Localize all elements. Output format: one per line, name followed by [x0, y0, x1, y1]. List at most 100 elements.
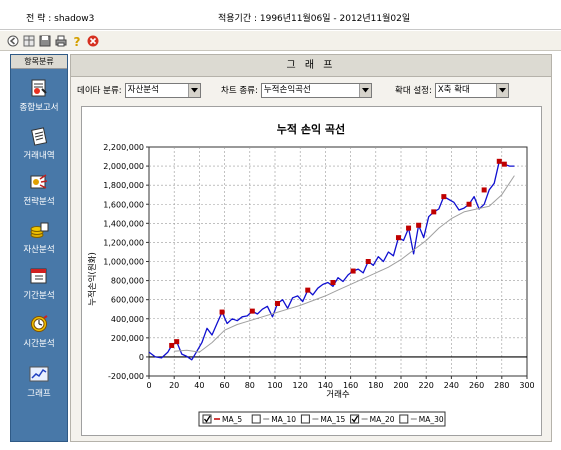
- sidebar-item-label: 거래내역: [23, 151, 55, 161]
- trade-marker: [395, 235, 401, 241]
- x-axis-label: 거래수: [326, 390, 350, 400]
- applied-period: 적용기간 : 1996년11월06일 - 2012년11월02일: [218, 14, 411, 24]
- sidebar-item-asset-analysis[interactable]: 자산분석: [11, 219, 67, 255]
- sidebar-item-period-analysis[interactable]: 기간분석: [11, 265, 67, 301]
- zoom-select[interactable]: X축 확대: [434, 82, 509, 98]
- chart-type-select[interactable]: 누적손익곡선: [260, 82, 372, 98]
- x-tick-label: 240: [444, 381, 459, 390]
- y-tick-label: 1,200,000: [103, 238, 144, 247]
- y-tick-label: -200,000: [108, 372, 144, 381]
- trade-marker: [365, 259, 371, 264]
- data-category-value: 자산분석: [127, 84, 159, 95]
- y-tick-label: 200,000: [111, 334, 144, 343]
- toolbar: ?: [0, 31, 561, 51]
- asset-analysis-icon: [27, 219, 51, 241]
- chevron-down-icon[interactable]: [358, 83, 371, 97]
- trade-marker: [466, 201, 472, 207]
- chart-type-value: 누적손익곡선: [263, 84, 311, 95]
- trade-marker: [275, 300, 281, 306]
- data-category-select[interactable]: 자산분석: [124, 82, 201, 98]
- x-tick-label: 0: [146, 381, 151, 390]
- chart-type-filter: 차트 종류: 누적손익곡선: [221, 82, 372, 98]
- legend-checkbox[interactable]: [399, 414, 409, 424]
- graph-icon: [27, 363, 51, 385]
- sidebar-item-label: 종합보고서: [19, 103, 59, 113]
- chart-type-label: 차트 종류:: [221, 86, 258, 96]
- sidebar-item-label: 자산분석: [23, 245, 55, 255]
- graph-panel: 그 래 프 데이타 분류: 자산분석 차트 종류: 누적손익곡선 확대 설정: …: [70, 54, 552, 442]
- zoom-filter: 확대 설정: X축 확대: [395, 82, 509, 98]
- sidebar-item-graph[interactable]: 그래프: [11, 363, 67, 399]
- category-sidebar: 항목분류 종합보고서 거래내역 전략분석 자산분석 기간분석 시간분석 그래프: [10, 54, 68, 442]
- strategy-analysis-icon: [27, 171, 51, 193]
- sidebar-item-strategy-analysis[interactable]: 전략분석: [11, 171, 67, 207]
- x-tick-label: 40: [194, 381, 204, 390]
- svg-text:?: ?: [74, 35, 81, 47]
- time-analysis-icon: [27, 313, 51, 335]
- legend-checkbox[interactable]: [251, 414, 261, 424]
- sidebar-title: 항목분류: [11, 55, 67, 69]
- trade-marker: [305, 287, 311, 293]
- trade-history-icon: [27, 125, 51, 147]
- trade-marker: [431, 209, 437, 215]
- trade-marker: [249, 308, 255, 314]
- sidebar-item-summary-report[interactable]: 종합보고서: [11, 77, 67, 113]
- x-tick-label: 80: [245, 381, 255, 390]
- sidebar-item-time-analysis[interactable]: 시간분석: [11, 313, 67, 349]
- grid-icon[interactable]: [22, 33, 36, 48]
- x-tick-label: 120: [293, 381, 308, 390]
- trade-marker: [441, 194, 447, 200]
- y-tick-label: 1,600,000: [103, 200, 144, 209]
- x-tick-label: 20: [169, 381, 179, 390]
- y-tick-label: 800,000: [111, 277, 144, 286]
- sidebar-item-label: 시간분석: [23, 339, 55, 349]
- trade-marker: [174, 339, 180, 345]
- cumulative-pnl-chart: 누적 손익 곡선 0 20 40 60 80 100 120 140 160 180 200 220 2…: [87, 122, 535, 427]
- report-icon: [27, 77, 51, 99]
- x-tick-label: 200: [393, 381, 408, 390]
- x-tick-label: 180: [368, 381, 383, 390]
- trade-marker: [169, 342, 175, 348]
- zoom-label: 확대 설정:: [395, 86, 432, 96]
- y-tick-label: 1,400,000: [103, 219, 144, 228]
- sidebar-item-label: 그래프: [27, 389, 51, 399]
- sidebar-item-trade-history[interactable]: 거래내역: [11, 125, 67, 161]
- data-category-label: 데이타 분류:: [77, 86, 122, 96]
- legend-label: MA_20: [370, 415, 395, 424]
- trade-marker: [330, 279, 336, 285]
- x-tick-label: 220: [419, 381, 434, 390]
- x-tick-label: 300: [519, 381, 534, 390]
- help-icon[interactable]: ?: [70, 33, 84, 48]
- trade-marker: [416, 222, 422, 228]
- trade-marker: [406, 225, 412, 231]
- y-axis-label: 누적손익(원화): [87, 252, 98, 306]
- x-tick-label: 60: [220, 381, 230, 390]
- x-tick-label: 160: [343, 381, 358, 390]
- x-tick-label: 140: [318, 381, 333, 390]
- trade-marker: [350, 268, 356, 274]
- close-icon[interactable]: [86, 33, 100, 48]
- legend-label: MA_10: [271, 415, 296, 424]
- period-analysis-icon: [27, 265, 51, 287]
- y-tick-label: 400,000: [111, 315, 144, 324]
- x-tick-label: 260: [469, 381, 484, 390]
- chevron-down-icon[interactable]: [495, 83, 508, 97]
- chart-area: 누적 손익 곡선 0 20 40 60 80 100 120 140 160 180 200 220 2…: [81, 106, 542, 436]
- save-icon[interactable]: [38, 33, 52, 48]
- chevron-down-icon[interactable]: [187, 83, 200, 97]
- trade-marker: [219, 309, 225, 315]
- trade-marker: [496, 158, 502, 164]
- legend-label: MA_30: [419, 415, 444, 424]
- sidebar-item-label: 전략분석: [23, 197, 55, 207]
- x-tick-label: 100: [267, 381, 282, 390]
- y-tick-label: 2,000,000: [103, 162, 144, 171]
- back-icon[interactable]: [6, 33, 20, 48]
- legend-label: MA_15: [320, 415, 345, 424]
- data-category-filter: 데이타 분류: 자산분석: [77, 82, 201, 98]
- y-tick-label: 0: [139, 353, 144, 362]
- print-icon[interactable]: [54, 33, 68, 48]
- legend-checkbox[interactable]: [300, 414, 310, 424]
- report-header: 전 략 : shadow3 적용기간 : 1996년11월06일 - 2012년…: [0, 0, 561, 30]
- strategy-name: 전 략 : shadow3: [26, 14, 95, 24]
- chart-title: 누적 손익 곡선: [277, 122, 345, 136]
